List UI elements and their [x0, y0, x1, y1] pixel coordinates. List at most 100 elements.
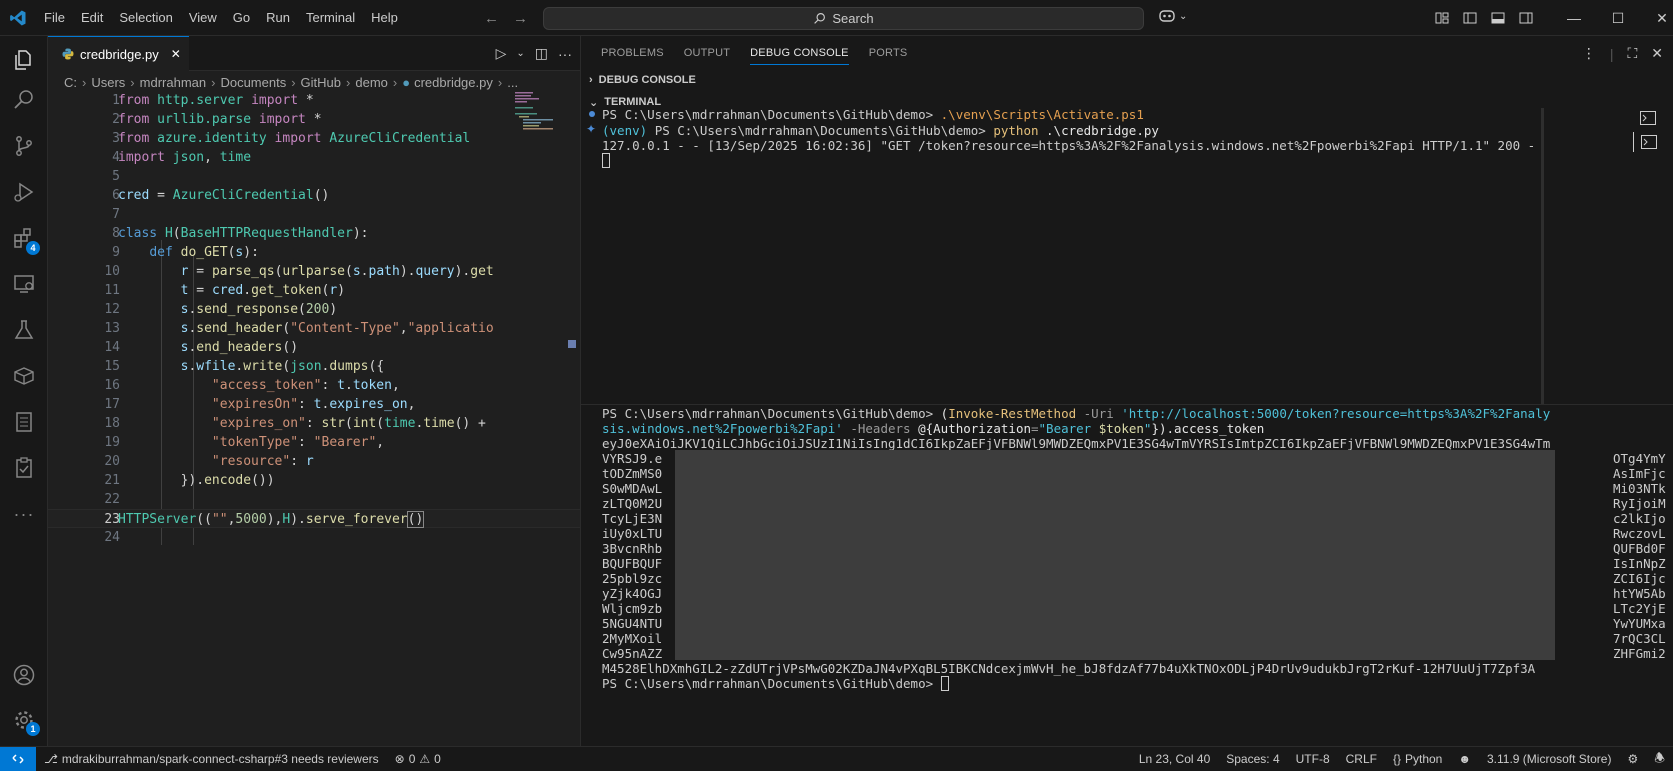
indentation[interactable]: Spaces: 4	[1218, 752, 1287, 766]
breadcrumb-item[interactable]: C:	[64, 75, 77, 90]
terminal-scrollbar[interactable]	[1541, 108, 1544, 404]
tab-problems[interactable]: PROBLEMS	[601, 36, 664, 71]
extensions-icon[interactable]: 4	[0, 214, 48, 262]
menu-file[interactable]: File	[36, 0, 73, 36]
terminal-instance-icon[interactable]	[1633, 108, 1663, 128]
token-line: BQUFBQUF	[602, 556, 662, 572]
breadcrumb-item[interactable]: credbridge.py	[414, 75, 493, 90]
maximize-panel-icon[interactable]: ⛶	[1627, 45, 1637, 62]
maximize-button[interactable]: ☐	[1596, 0, 1640, 36]
breadcrumb-item[interactable]: GitHub	[301, 75, 341, 90]
hashtable-open: @{	[918, 421, 934, 436]
close-panel-icon[interactable]: ✕	[1651, 45, 1663, 62]
menu-edit[interactable]: Edit	[73, 0, 111, 36]
menu-help[interactable]: Help	[363, 0, 406, 36]
token-line: RwczovL	[1613, 526, 1666, 542]
search-icon[interactable]	[0, 76, 48, 124]
more-actions-icon[interactable]: ⋮	[1582, 45, 1596, 62]
branch-status[interactable]: ⎇ mdrakiburrahman/spark-connect-csharp#3…	[36, 752, 387, 766]
terminal-instance-icon[interactable]	[1633, 132, 1663, 152]
chevron-right-icon: ›	[589, 74, 593, 86]
breadcrumb-item[interactable]: demo	[355, 75, 388, 90]
breadcrumb-chevron-icon: ›	[497, 74, 503, 90]
breadcrumb: C: › Users › mdrrahman › Documents › GitHub ›…	[48, 71, 580, 93]
token-line: M4528ElhDXmhGIL2-zZdUTrjVPsMwG02KZDaJN4v…	[602, 661, 1535, 677]
run-python-file-icon[interactable]: ▷	[496, 45, 507, 62]
menu-go[interactable]: Go	[225, 0, 258, 36]
pull-request-icon: ⎇	[44, 752, 58, 766]
panel-actions: ⋮ | ⛶ ✕	[1582, 36, 1663, 71]
chevron-down-icon: ⌄	[589, 96, 599, 109]
language-mode[interactable]: {} Python	[1385, 752, 1450, 766]
customize-layout-icon[interactable]	[1430, 8, 1454, 28]
breadcrumb-item[interactable]: Documents	[220, 75, 286, 90]
tab-debug-console[interactable]: DEBUG CONSOLE	[750, 36, 849, 71]
source-control-icon[interactable]	[0, 122, 48, 170]
code-editor[interactable]: 1 from http.server import * 2 from urllib.…	[48, 92, 580, 746]
forward-arrow-icon[interactable]: →	[513, 10, 528, 27]
cursor-position[interactable]: Ln 23, Col 40	[1131, 752, 1218, 766]
notifications-bell-icon[interactable]: 🕭	[1646, 749, 1673, 770]
bearer-string: "Bearer	[1038, 421, 1099, 436]
split-editor-icon[interactable]: ◫	[535, 45, 548, 62]
more-views-icon[interactable]: ···	[0, 490, 48, 538]
tab-ports[interactable]: PORTS	[869, 36, 908, 71]
encoding[interactable]: UTF-8	[1288, 752, 1338, 766]
terminal-line: (venv) PS C:\Users\mdrrahman\Documents\G…	[602, 123, 1159, 139]
copilot-icon[interactable]: ⚙	[1619, 752, 1646, 766]
debug-console-section-header[interactable]: › DEBUG CONSOLE	[581, 69, 1673, 91]
menu-view[interactable]: View	[181, 0, 225, 36]
warning-count: 0	[434, 752, 441, 766]
tab-output[interactable]: OUTPUT	[684, 36, 730, 71]
minimap[interactable]	[515, 92, 570, 132]
minimize-button[interactable]: —	[1552, 0, 1596, 36]
terminal-line: sis.windows.net%2Fpowerbi%2Fapi' -Header…	[602, 421, 1264, 437]
run-and-debug-icon[interactable]	[0, 168, 48, 216]
terminal-line: 127.0.0.1 - - [13/Sep/2025 16:02:36] "GE…	[602, 138, 1535, 154]
close-tab-icon[interactable]: ✕	[171, 47, 181, 61]
copilot-button[interactable]: ⌄	[1158, 8, 1187, 24]
menu-terminal[interactable]: Terminal	[298, 0, 363, 36]
testing-icon[interactable]	[0, 306, 48, 354]
menu-selection[interactable]: Selection	[111, 0, 180, 36]
python-interpreter[interactable]: 3.11.9 (Microsoft Store)	[1479, 752, 1620, 766]
command-decoration-icon	[589, 111, 595, 117]
menu-run[interactable]: Run	[258, 0, 298, 36]
copilot-status-icon[interactable]: ☻	[1450, 752, 1479, 766]
close-window-button[interactable]: ✕	[1640, 0, 1673, 36]
settings-gear-icon[interactable]: 1	[0, 696, 48, 744]
editor-scrollbar-thumb[interactable]	[568, 340, 576, 348]
code-line: 14 s.end_headers()	[104, 340, 299, 355]
run-dropdown-icon[interactable]: ⌄	[516, 48, 524, 59]
breadcrumb-chevron-icon: ›	[346, 74, 351, 90]
code-line: 20 "resource": r	[104, 454, 314, 469]
tab-credbridge-py[interactable]: credbridge.py ✕	[48, 36, 189, 71]
code-line: 22	[104, 492, 120, 507]
breadcrumb-chevron-icon: ›	[130, 74, 135, 90]
breadcrumb-item[interactable]: ...	[507, 75, 518, 90]
toggle-primary-sidebar-icon[interactable]	[1458, 8, 1482, 28]
error-icon: ⊗	[394, 752, 405, 766]
end-of-line[interactable]: CRLF	[1338, 752, 1385, 766]
log-line: 127.0.0.1 - - [13/Sep/2025 16:02:36] "GE…	[602, 138, 1536, 153]
tasks-icon[interactable]	[0, 444, 48, 492]
terminal-split-divider[interactable]	[581, 404, 1673, 405]
toggle-panel-icon[interactable]	[1486, 8, 1510, 28]
token-text: RyIjoiM	[1613, 496, 1666, 511]
breadcrumb-item[interactable]: mdrrahman	[140, 75, 206, 90]
breadcrumb-item[interactable]: Users	[91, 75, 125, 90]
notebook-icon[interactable]	[0, 398, 48, 446]
token-text: 3BvcnRhb	[602, 541, 663, 556]
cursor	[602, 153, 610, 168]
problems-status[interactable]: ⊗ 0 ⚠ 0	[387, 752, 449, 766]
remote-explorer-icon[interactable]	[0, 260, 48, 308]
toggle-secondary-sidebar-icon[interactable]	[1514, 8, 1538, 28]
command-center-search[interactable]: Search	[543, 7, 1144, 30]
warning-icon: ⚠	[419, 752, 431, 766]
remote-indicator-icon[interactable]	[0, 747, 36, 771]
accounts-icon[interactable]	[0, 651, 48, 699]
back-arrow-icon[interactable]: ←	[484, 10, 499, 27]
more-actions-icon[interactable]: ···	[558, 46, 572, 62]
containers-icon[interactable]	[0, 352, 48, 400]
code-line: 12 s.send_response(200)	[104, 302, 338, 317]
